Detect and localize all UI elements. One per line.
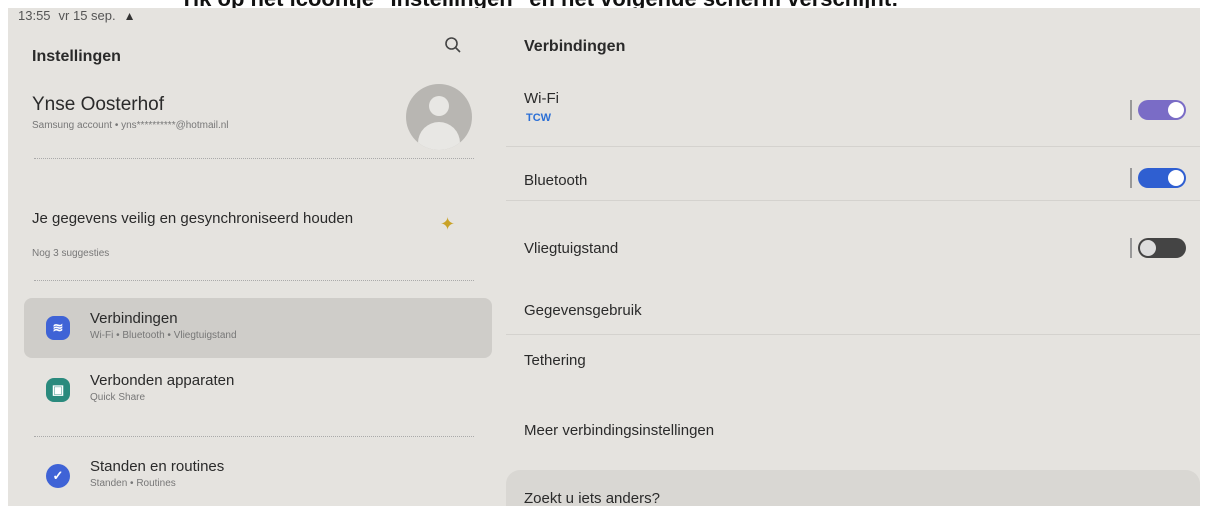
status-time: 13:55 xyxy=(18,8,51,23)
warning-triangle-icon: ▲ xyxy=(123,8,136,23)
find-title: Zoekt u iets anders? xyxy=(524,490,660,506)
devices-icon: ▣ xyxy=(46,378,70,402)
separator xyxy=(506,146,1200,147)
menu-item-subtitle: Quick Share xyxy=(90,392,146,403)
divider xyxy=(1130,238,1132,258)
divider xyxy=(1130,168,1132,188)
separator xyxy=(506,200,1200,201)
divider xyxy=(34,280,474,281)
menu-item-verbonden-apparaten[interactable]: ▣ Verbonden apparaten Quick Share xyxy=(24,362,492,422)
separator xyxy=(506,334,1200,335)
menu-item-subtitle: Standen • Routines xyxy=(90,478,176,489)
row-bluetooth[interactable]: Bluetooth xyxy=(506,148,1200,212)
row-vliegtuigstand[interactable]: Vliegtuigstand xyxy=(506,214,1200,278)
airplane-mode-toggle[interactable] xyxy=(1138,238,1186,258)
row-label: Vliegtuigstand xyxy=(524,240,619,257)
account-subtitle: Samsung account • yns**********@hotmail.… xyxy=(32,120,229,131)
row-wifi[interactable]: Wi-Fi TCW xyxy=(506,80,1200,146)
menu-item-verbindingen[interactable]: ≋ Verbindingen Wi-Fi • Bluetooth • Vlieg… xyxy=(24,298,492,358)
divider xyxy=(1130,100,1132,120)
menu-item-standen-en-routines[interactable]: ✓ Standen en routines Standen • Routines xyxy=(24,448,492,506)
connections-panel: Verbindingen Wi-Fi TCW Bluetooth Vliegtu… xyxy=(506,28,1200,506)
instruction-text: Tik op het icoontje "Instellingen" en he… xyxy=(180,0,898,8)
divider xyxy=(34,158,474,159)
row-gegevensgebruik[interactable]: Gegevensgebruik xyxy=(506,290,1200,334)
status-bar: 13:55 vr 15 sep. ▲ xyxy=(18,8,136,23)
row-label: Wi-Fi xyxy=(524,90,559,107)
sparkle-icon: ✦ xyxy=(440,214,456,234)
row-label: Gegevensgebruik xyxy=(524,302,642,319)
row-label: Meer verbindingsinstellingen xyxy=(524,422,715,439)
wifi-icon: ≋ xyxy=(46,316,70,340)
bluetooth-toggle[interactable] xyxy=(1138,168,1186,188)
row-label: Bluetooth xyxy=(524,172,588,189)
status-date: vr 15 sep. xyxy=(58,8,116,23)
instruction-banner: Tik op het icoontje "Instellingen" en he… xyxy=(0,0,1208,8)
wifi-network-name: TCW xyxy=(526,112,552,124)
account-name: Ynse Oosterhof xyxy=(32,94,165,115)
suggestion-subtitle: Nog 3 suggesties xyxy=(32,248,110,259)
settings-panel: Instellingen Ynse Oosterhof Samsung acco… xyxy=(8,28,498,506)
connections-title: Verbindingen xyxy=(524,38,626,55)
menu-item-title: Standen en routines xyxy=(90,458,225,475)
suggestion-title: Je gegevens veilig en gesynchroniseerd h… xyxy=(32,210,354,227)
row-label: Tethering xyxy=(524,352,586,369)
menu-item-title: Verbindingen xyxy=(90,310,178,327)
row-tethering[interactable]: Tethering xyxy=(506,338,1200,382)
looking-for-something-else-card[interactable]: Zoekt u iets anders? xyxy=(506,470,1200,506)
row-meer-verbindingsinstellingen[interactable]: Meer verbindingsinstellingen xyxy=(506,406,1200,456)
avatar-icon xyxy=(406,84,472,150)
tablet-screen: 13:55 vr 15 sep. ▲ Instellingen Ynse Oos… xyxy=(8,8,1200,506)
search-icon[interactable] xyxy=(444,36,462,54)
menu-item-title: Verbonden apparaten xyxy=(90,372,235,389)
menu-item-subtitle: Wi-Fi • Bluetooth • Vliegtuigstand xyxy=(90,330,237,341)
wifi-toggle[interactable] xyxy=(1138,100,1186,120)
routines-icon: ✓ xyxy=(46,464,70,488)
divider xyxy=(34,436,474,437)
page-title: Instellingen xyxy=(32,48,121,65)
